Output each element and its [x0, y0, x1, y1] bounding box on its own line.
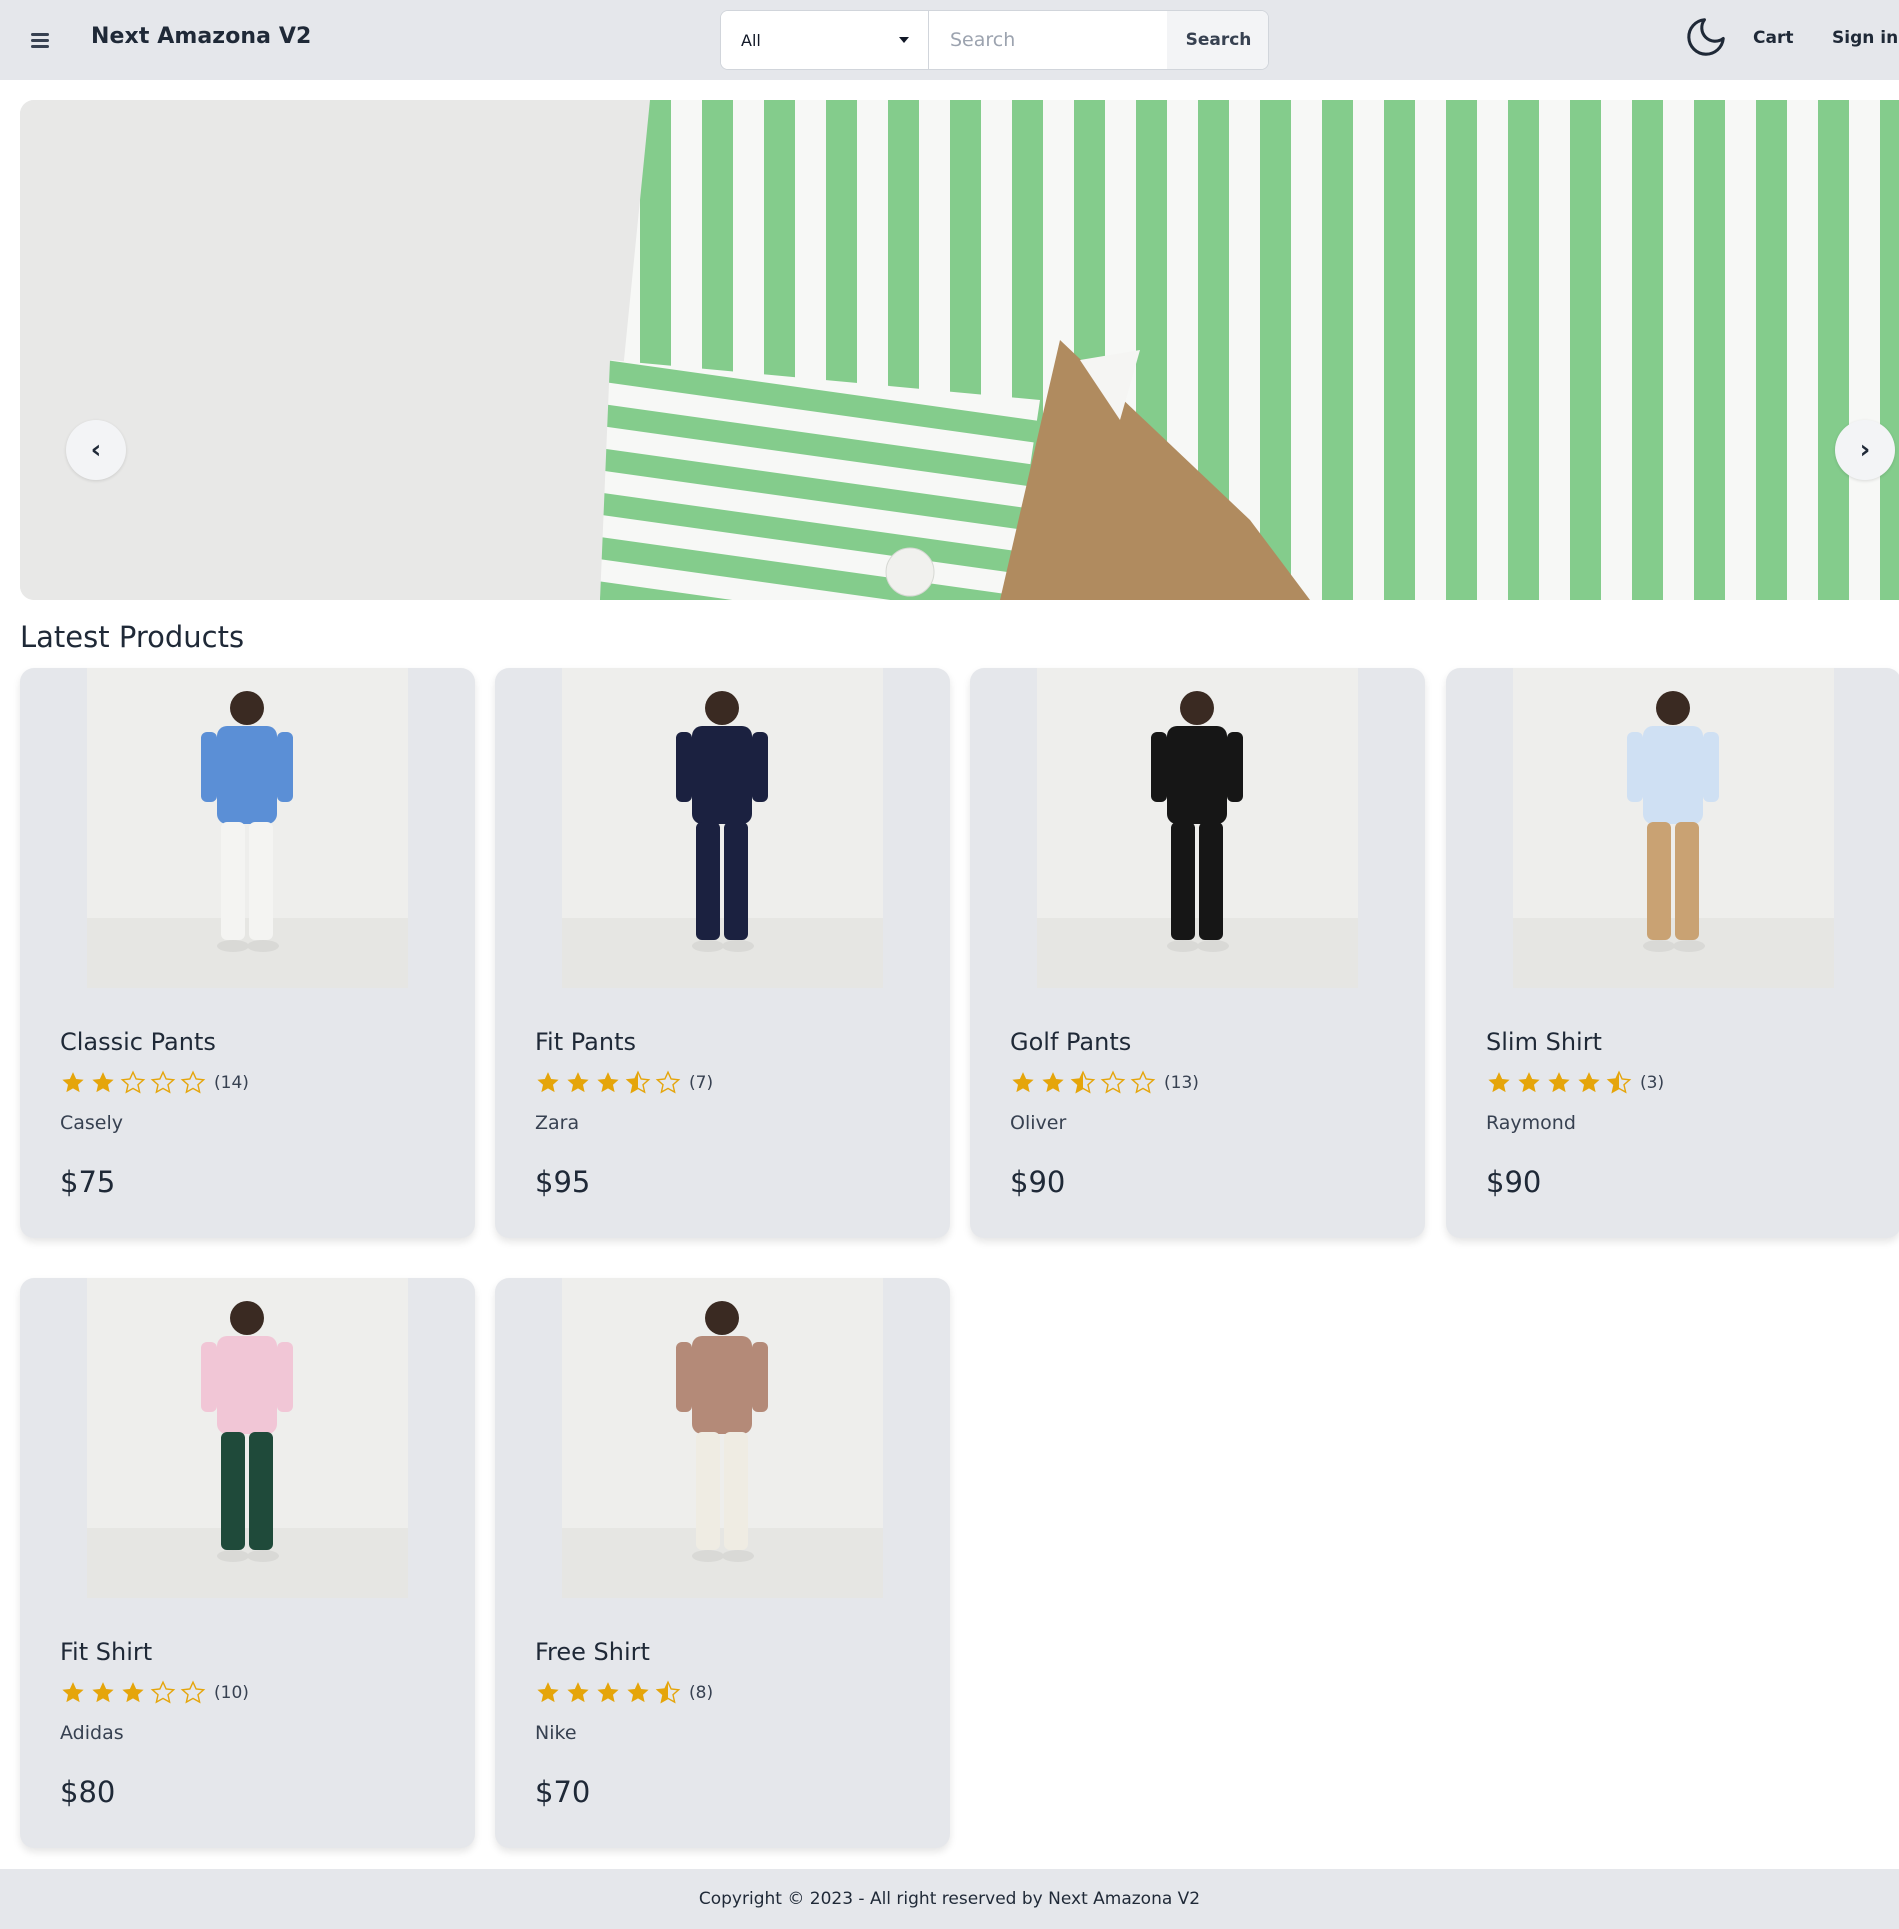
review-count: (8)	[689, 1683, 714, 1703]
moon-icon[interactable]	[1683, 14, 1729, 60]
product-image[interactable]	[1513, 668, 1834, 988]
product-rating: (7)	[535, 1070, 713, 1096]
product-rating: (10)	[60, 1680, 249, 1706]
star-filled-icon	[537, 1682, 559, 1703]
star-filled-icon	[1518, 1072, 1540, 1093]
product-name[interactable]: Free Shirt	[535, 1638, 650, 1666]
review-count: (14)	[214, 1073, 249, 1093]
star-filled-icon	[62, 1682, 84, 1703]
star-half-icon	[625, 1070, 651, 1094]
product-card[interactable]: Free Shirt (8) Nike $70	[495, 1278, 950, 1848]
star-empty-icon	[120, 1070, 146, 1094]
star-filled-icon	[1548, 1072, 1570, 1093]
review-count: (7)	[689, 1073, 714, 1093]
star-filled-icon	[62, 1072, 84, 1093]
search-form: All Search	[720, 10, 1269, 70]
star-half-icon	[1070, 1070, 1096, 1094]
star-filled-icon	[627, 1682, 649, 1703]
review-count: (13)	[1164, 1073, 1199, 1093]
footer: Copyright © 2023 - All right reserved by…	[0, 1869, 1899, 1929]
section-title: Latest Products	[20, 620, 245, 654]
star-empty-icon	[1100, 1070, 1126, 1094]
star-filled-icon	[597, 1072, 619, 1093]
star-filled-icon	[1488, 1072, 1510, 1093]
carousel-prev-button[interactable]: ‹	[66, 420, 126, 480]
product-price: $75	[60, 1165, 116, 1199]
star-filled-icon	[1578, 1072, 1600, 1093]
product-image[interactable]	[87, 1278, 408, 1598]
product-rating: (14)	[60, 1070, 249, 1096]
navbar: Next Amazona V2 All Search Cart Sign in	[0, 0, 1899, 80]
brand-logo[interactable]: Next Amazona V2	[91, 24, 311, 49]
star-empty-icon	[655, 1070, 681, 1094]
star-filled-icon	[567, 1072, 589, 1093]
category-select-value: All	[741, 31, 761, 50]
star-filled-icon	[1042, 1072, 1064, 1093]
star-filled-icon	[1012, 1072, 1034, 1093]
product-price: $90	[1486, 1165, 1542, 1199]
review-count: (10)	[214, 1683, 249, 1703]
product-card[interactable]: Golf Pants (13) Oliver $90	[970, 668, 1425, 1238]
product-rating: (3)	[1486, 1070, 1664, 1096]
star-filled-icon	[597, 1682, 619, 1703]
star-half-icon	[1606, 1070, 1632, 1094]
star-empty-icon	[150, 1680, 176, 1704]
star-filled-icon	[92, 1682, 114, 1703]
star-filled-icon	[567, 1682, 589, 1703]
cart-link[interactable]: Cart	[1753, 28, 1793, 48]
product-name[interactable]: Slim Shirt	[1486, 1028, 1602, 1056]
star-empty-icon	[1130, 1070, 1156, 1094]
review-count: (3)	[1640, 1073, 1665, 1093]
hamburger-menu-icon[interactable]	[28, 28, 52, 52]
star-empty-icon	[180, 1070, 206, 1094]
product-card[interactable]: Fit Pants (7) Zara $95	[495, 668, 950, 1238]
star-filled-icon	[537, 1072, 559, 1093]
product-brand: Adidas	[60, 1722, 124, 1744]
star-half-icon	[655, 1680, 681, 1704]
product-image[interactable]	[1037, 668, 1358, 988]
hero-carousel[interactable]: ‹ ›	[20, 100, 1899, 600]
product-image[interactable]	[562, 668, 883, 988]
product-price: $95	[535, 1165, 591, 1199]
product-image[interactable]	[562, 1278, 883, 1598]
product-price: $70	[535, 1775, 591, 1809]
product-rating: (13)	[1010, 1070, 1199, 1096]
product-brand: Zara	[535, 1112, 580, 1134]
product-name[interactable]: Fit Shirt	[60, 1638, 152, 1666]
star-filled-icon	[92, 1072, 114, 1093]
product-price: $90	[1010, 1165, 1066, 1199]
product-brand: Raymond	[1486, 1112, 1576, 1134]
star-empty-icon	[150, 1070, 176, 1094]
product-name[interactable]: Golf Pants	[1010, 1028, 1131, 1056]
product-rating: (8)	[535, 1680, 713, 1706]
product-name[interactable]: Classic Pants	[60, 1028, 216, 1056]
product-card[interactable]: Classic Pants (14) Casely $75	[20, 668, 475, 1238]
category-select[interactable]: All	[721, 11, 929, 69]
product-card[interactable]: Fit Shirt (10) Adidas $80	[20, 1278, 475, 1848]
star-filled-icon	[122, 1682, 144, 1703]
product-brand: Oliver	[1010, 1112, 1067, 1134]
star-empty-icon	[180, 1680, 206, 1704]
product-card[interactable]: Slim Shirt (3) Raymond $90	[1446, 668, 1899, 1238]
caret-down-icon	[899, 37, 909, 43]
signin-link[interactable]: Sign in	[1832, 28, 1898, 48]
product-image[interactable]	[87, 668, 408, 988]
search-button[interactable]: Search	[1167, 11, 1268, 69]
carousel-next-button[interactable]: ›	[1835, 420, 1895, 480]
hero-banner-image	[20, 100, 1899, 600]
product-price: $80	[60, 1775, 116, 1809]
product-brand: Casely	[60, 1112, 124, 1134]
product-name[interactable]: Fit Pants	[535, 1028, 636, 1056]
search-input[interactable]	[929, 11, 1167, 69]
product-brand: Nike	[535, 1722, 577, 1744]
